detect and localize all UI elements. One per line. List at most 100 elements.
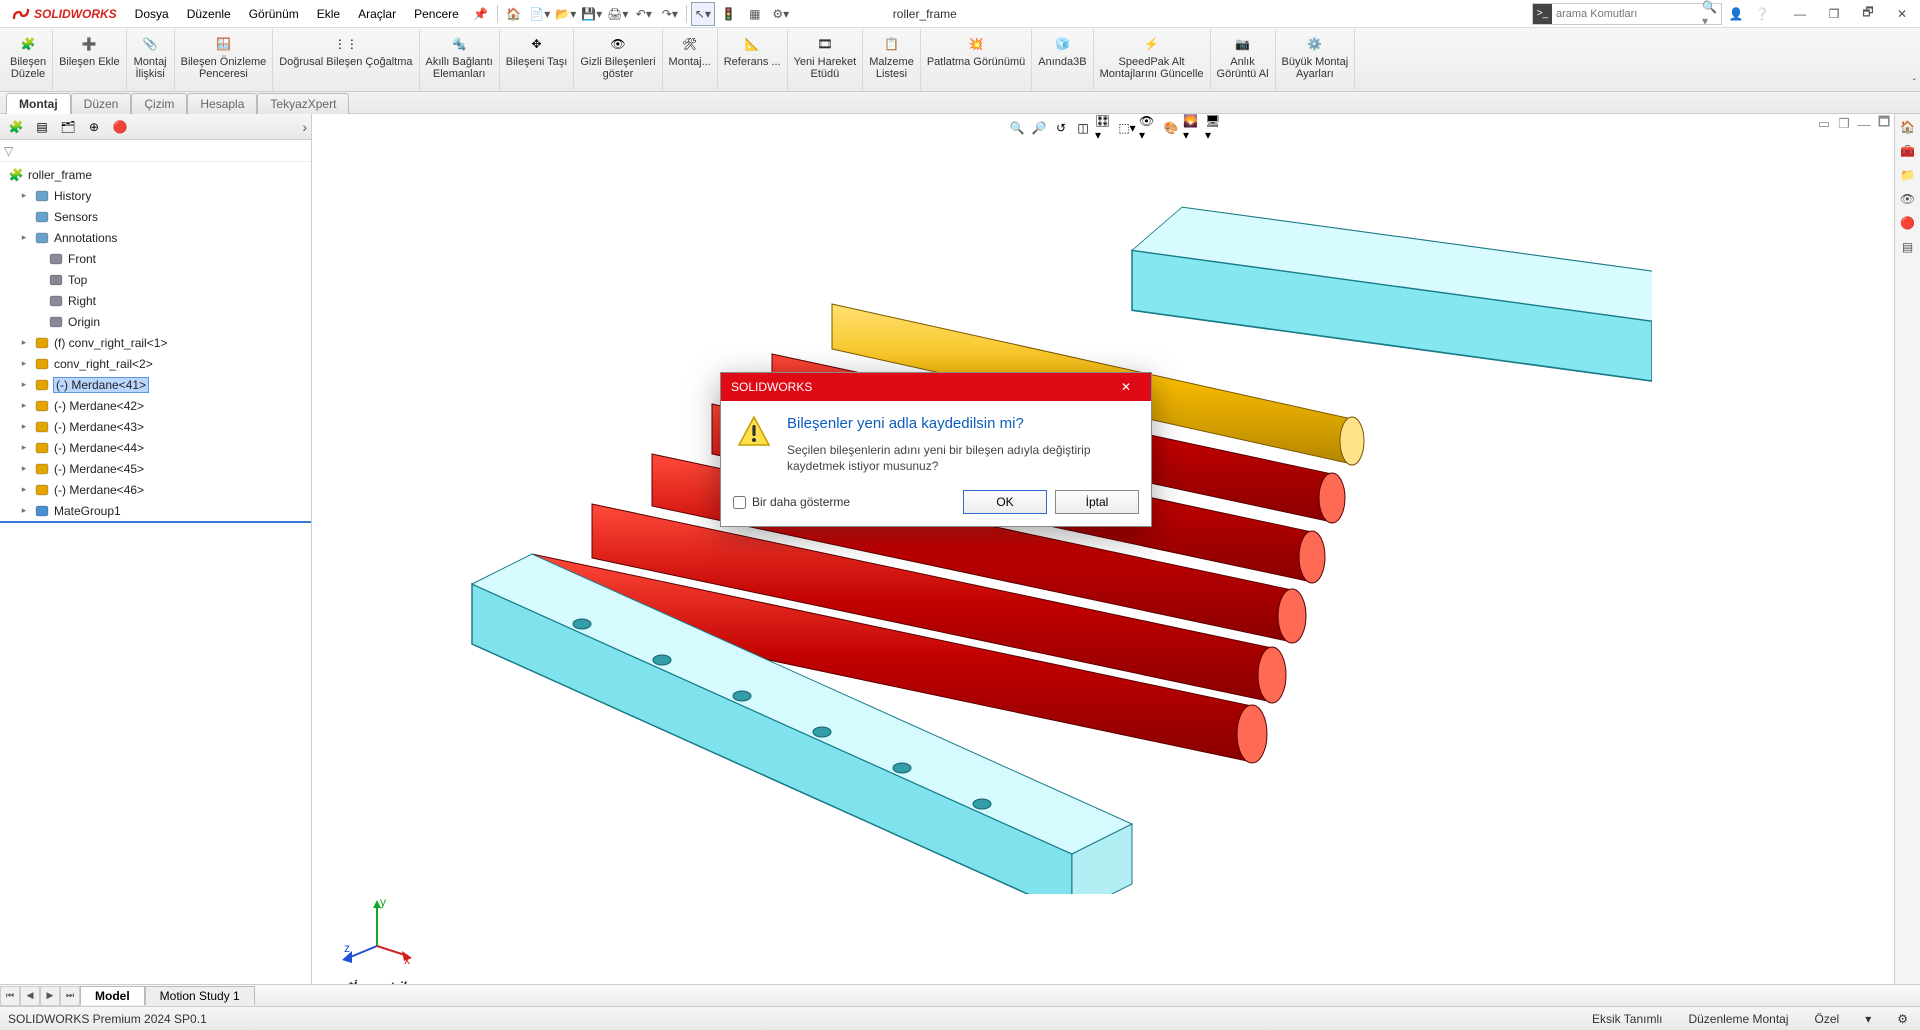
mdi-min[interactable]: — bbox=[1856, 116, 1872, 132]
tab-config-icon[interactable]: 🗂 bbox=[56, 116, 80, 138]
ribbon-show-hidden[interactable]: 👁Gizli Bileşenlerigöster bbox=[574, 29, 662, 90]
save-icon[interactable]: 💾▾ bbox=[580, 2, 604, 26]
menu-window[interactable]: Pencere bbox=[406, 3, 467, 25]
tree-node[interactable]: ▸(-) Merdane<41> bbox=[0, 374, 311, 395]
twist-icon[interactable]: ▸ bbox=[18, 442, 30, 453]
help-icon[interactable]: ❔ bbox=[1750, 2, 1774, 26]
redo-icon[interactable]: ↷▾ bbox=[658, 2, 682, 26]
ribbon-bom[interactable]: 📋MalzemeListesi bbox=[863, 29, 921, 90]
ribbon-preview-window[interactable]: 🪟Bileşen ÖnizlemePenceresi bbox=[175, 29, 274, 90]
minimize-button[interactable]: — bbox=[1786, 3, 1814, 25]
twist-icon[interactable]: ▸ bbox=[18, 484, 30, 495]
tree-rollback-bar[interactable] bbox=[0, 521, 311, 523]
twist-icon[interactable]: ▸ bbox=[18, 190, 30, 201]
new-icon[interactable]: 📄▾ bbox=[528, 2, 552, 26]
status-dropdown-icon[interactable]: ▾ bbox=[1861, 1012, 1875, 1026]
user-icon[interactable]: 👤 bbox=[1724, 2, 1748, 26]
dock-appearances-icon[interactable]: 🔴 bbox=[1897, 212, 1919, 234]
tab-prev-icon[interactable]: ◀ bbox=[20, 986, 40, 1006]
twist-icon[interactable]: ▸ bbox=[18, 463, 30, 474]
tab-sketch[interactable]: Çizim bbox=[131, 93, 187, 114]
rebuild-icon[interactable]: ▦ bbox=[743, 2, 767, 26]
tree-node[interactable]: ▸(-) Merdane<42> bbox=[0, 395, 311, 416]
ribbon-mate[interactable]: 📎Montajİlişkisi bbox=[127, 29, 175, 90]
ribbon-new-motion-study[interactable]: 🎞Yeni HareketEtüdü bbox=[788, 29, 864, 90]
twist-icon[interactable]: ▸ bbox=[18, 337, 30, 348]
dont-show-checkbox[interactable] bbox=[733, 496, 746, 509]
menu-file[interactable]: Dosya bbox=[127, 3, 177, 25]
tab-last-icon[interactable]: ⏭ bbox=[60, 986, 80, 1006]
tree-root[interactable]: 🧩 roller_frame bbox=[0, 164, 311, 185]
twist-icon[interactable]: ▸ bbox=[18, 379, 30, 390]
menu-edit[interactable]: Düzenle bbox=[179, 3, 239, 25]
command-search[interactable]: >_ 🔍▾ bbox=[1532, 3, 1722, 25]
pin-icon[interactable]: 📌 bbox=[469, 2, 493, 26]
twist-icon[interactable]: ▸ bbox=[18, 358, 30, 369]
tab-assembly[interactable]: Montaj bbox=[6, 93, 71, 114]
mdi-tile[interactable]: ❐ bbox=[1836, 116, 1852, 132]
tree-node[interactable]: ▸MateGroup1 bbox=[0, 500, 311, 521]
menu-tools[interactable]: Araçlar bbox=[350, 3, 404, 25]
ribbon-move-component[interactable]: ✥Bileşeni Taşı bbox=[500, 29, 575, 90]
ribbon-assembly-features[interactable]: 🛠Montaj... bbox=[663, 29, 718, 90]
tab-model[interactable]: Model bbox=[80, 986, 145, 1005]
tree-node[interactable]: ▸(-) Merdane<46> bbox=[0, 479, 311, 500]
twist-icon[interactable]: ▸ bbox=[18, 505, 30, 516]
options-icon[interactable]: ⚙▾ bbox=[769, 2, 793, 26]
tab-first-icon[interactable]: ⏮ bbox=[0, 986, 20, 1006]
dialog-close-icon[interactable]: ✕ bbox=[1111, 373, 1141, 401]
tree-node[interactable]: Front bbox=[0, 248, 311, 269]
search-icon[interactable]: 🔍▾ bbox=[1702, 0, 1721, 28]
ribbon-speedpak[interactable]: ⚡SpeedPak AltMontajlarını Güncelle bbox=[1094, 29, 1211, 90]
tree-node[interactable]: ▸History bbox=[0, 185, 311, 206]
tab-motion-study[interactable]: Motion Study 1 bbox=[145, 986, 255, 1005]
tab-dim-icon[interactable]: ⊕ bbox=[82, 116, 106, 138]
print-icon[interactable]: 🖨▾ bbox=[606, 2, 630, 26]
tree-node[interactable]: Origin bbox=[0, 311, 311, 332]
dont-show-again[interactable]: Bir daha gösterme bbox=[733, 495, 850, 509]
tree-node[interactable]: ▸(-) Merdane<43> bbox=[0, 416, 311, 437]
ribbon-reference-geometry[interactable]: 📐Referans ... bbox=[718, 29, 788, 90]
tree-filter[interactable]: ▽ bbox=[0, 140, 311, 162]
ribbon-snapshot[interactable]: 📷AnlıkGörüntü Al bbox=[1211, 29, 1276, 90]
tab-tekyaz[interactable]: TekyazXpert bbox=[257, 93, 349, 114]
tree-node[interactable]: Top bbox=[0, 269, 311, 290]
tab-property-icon[interactable]: ▤ bbox=[30, 116, 54, 138]
tree-node[interactable]: ▸conv_right_rail<2> bbox=[0, 353, 311, 374]
panel-collapse-icon[interactable]: › bbox=[302, 119, 307, 135]
restore-parent-button[interactable]: ❐ bbox=[1820, 3, 1848, 25]
dock-view-icon[interactable]: 👁 bbox=[1897, 188, 1919, 210]
ribbon-edit-component[interactable]: 🧩BileşenDüzele bbox=[4, 29, 53, 90]
ribbon-insert-component[interactable]: ➕Bileşen Ekle bbox=[53, 29, 127, 90]
dock-resources-icon[interactable]: 🧰 bbox=[1897, 140, 1919, 162]
dock-custom-icon[interactable]: ▤ bbox=[1897, 236, 1919, 258]
ribbon-smart-fasteners[interactable]: 🔩Akıllı BağlantıElemanları bbox=[420, 29, 500, 90]
tree-node[interactable]: Sensors bbox=[0, 206, 311, 227]
twist-icon[interactable]: ▸ bbox=[18, 400, 30, 411]
dialog-titlebar[interactable]: SOLIDWORKS ✕ bbox=[721, 373, 1151, 401]
dock-home-icon[interactable]: 🏠 bbox=[1897, 116, 1919, 138]
tab-layout[interactable]: Düzen bbox=[71, 93, 132, 114]
restore-button[interactable]: 🗗 bbox=[1854, 3, 1882, 25]
ribbon-instant3d[interactable]: 🧊Anında3B bbox=[1032, 29, 1093, 90]
status-units[interactable]: Özel bbox=[1811, 1012, 1844, 1026]
open-icon[interactable]: 📂▾ bbox=[554, 2, 578, 26]
ribbon-exploded-view[interactable]: 💥Patlatma Görünümü bbox=[921, 29, 1032, 90]
menu-insert[interactable]: Ekle bbox=[309, 3, 348, 25]
mdi-max[interactable]: 🗖 bbox=[1876, 116, 1892, 132]
tree-node[interactable]: Right bbox=[0, 290, 311, 311]
tab-evaluate[interactable]: Hesapla bbox=[187, 93, 257, 114]
undo-icon[interactable]: ↶▾ bbox=[632, 2, 656, 26]
tree-node[interactable]: ▸Annotations bbox=[0, 227, 311, 248]
menu-view[interactable]: Görünüm bbox=[241, 3, 307, 25]
close-button[interactable]: ✕ bbox=[1888, 3, 1916, 25]
home-icon[interactable]: 🏠 bbox=[502, 2, 526, 26]
search-input[interactable] bbox=[1552, 8, 1702, 20]
traffic-icon[interactable]: 🚦 bbox=[717, 2, 741, 26]
tree-node[interactable]: ▸(-) Merdane<44> bbox=[0, 437, 311, 458]
tab-next-icon[interactable]: ▶ bbox=[40, 986, 60, 1006]
graphics-viewport[interactable]: 🔍 🔎 ↺ ◫ 🎛▾ ⬚▾ 👁▾ 🎨 🌄▾ 🖥▾ ▭ ❐ — 🗖 ✕ bbox=[312, 114, 1920, 1006]
tab-feature-tree-icon[interactable]: 🧩 bbox=[4, 116, 28, 138]
status-gear-icon[interactable]: ⚙ bbox=[1893, 1012, 1912, 1026]
twist-icon[interactable]: ▸ bbox=[18, 232, 30, 243]
